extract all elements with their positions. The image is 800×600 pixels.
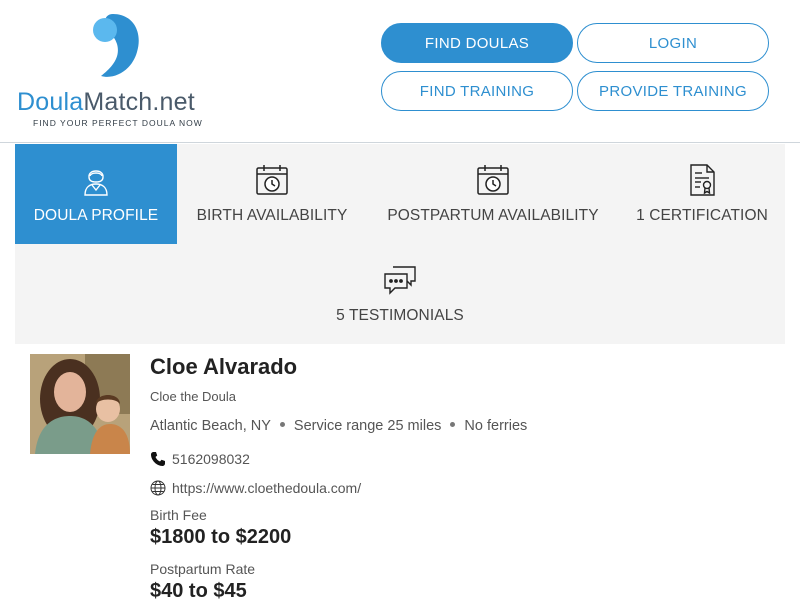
website-row[interactable]: https://www.cloethedoula.com/ xyxy=(150,480,361,496)
birth-fee-label: Birth Fee xyxy=(150,507,207,523)
site-header: DoulaMatch.net FIND YOUR PERFECT DOULA N… xyxy=(0,0,800,143)
chat-bubbles-icon xyxy=(384,266,416,295)
login-button[interactable]: LOGIN xyxy=(577,23,769,63)
doula-name: Cloe Alvarado xyxy=(150,354,298,379)
tab-label: 1 CERTIFICATION xyxy=(636,207,768,224)
doula-photo xyxy=(30,354,130,454)
tab-label: POSTPARTUM AVAILABILITY xyxy=(387,207,599,224)
separator-dot xyxy=(450,421,456,427)
logo-tagline: FIND YOUR PERFECT DOULA NOW xyxy=(33,118,203,128)
service-range-text: Service range 25 miles xyxy=(293,418,442,434)
tab-postpartum-availability[interactable]: POSTPARTUM AVAILABILITY xyxy=(367,144,619,244)
phone-number[interactable]: 5162098032 xyxy=(172,451,250,467)
tab-label: BIRTH AVAILABILITY xyxy=(196,207,348,224)
tab-birth-availability[interactable]: BIRTH AVAILABILITY xyxy=(177,144,367,244)
calendar-clock-icon xyxy=(256,165,288,195)
find-training-button[interactable]: FIND TRAINING xyxy=(381,71,573,111)
phone-icon xyxy=(151,452,165,466)
profile-tabs: DOULA PROFILE BIRTH AVAILABILITY POSTPAR… xyxy=(15,144,785,344)
separator-dot xyxy=(279,421,285,427)
business-name: Cloe the Doula xyxy=(150,389,236,404)
tab-testimonials[interactable]: 5 TESTIMONIALS xyxy=(300,244,500,344)
globe-icon xyxy=(150,480,166,496)
postpartum-rate-value: $40 to $45 xyxy=(150,580,247,600)
phone-row[interactable]: 5162098032 xyxy=(150,451,250,467)
provide-training-button[interactable]: PROVIDE TRAINING xyxy=(577,71,769,111)
tab-label: DOULA PROFILE xyxy=(33,207,159,224)
tab-doula-profile[interactable]: DOULA PROFILE xyxy=(15,144,177,244)
logo-mark-icon xyxy=(93,14,139,77)
website-link[interactable]: https://www.cloethedoula.com/ xyxy=(172,480,361,496)
find-doulas-button[interactable]: FIND DOULAS xyxy=(381,23,573,63)
birth-fee-value: $1800 to $2200 xyxy=(150,526,292,548)
tab-certification[interactable]: 1 CERTIFICATION xyxy=(619,144,785,244)
location-text: Atlantic Beach, NY xyxy=(150,418,271,434)
postpartum-rate-label: Postpartum Rate xyxy=(150,561,256,577)
tab-label: 5 TESTIMONIALS xyxy=(336,307,464,324)
logo-wordmark: DoulaMatch.net xyxy=(17,88,195,116)
calendar-clock-icon xyxy=(477,165,509,195)
doula-person-icon xyxy=(84,170,108,196)
location-row: Atlantic Beach, NY Service range 25 mile… xyxy=(150,418,527,434)
certificate-icon xyxy=(690,164,715,196)
ferries-text: No ferries xyxy=(464,418,528,434)
site-logo[interactable]: DoulaMatch.net FIND YOUR PERFECT DOULA N… xyxy=(17,12,217,132)
